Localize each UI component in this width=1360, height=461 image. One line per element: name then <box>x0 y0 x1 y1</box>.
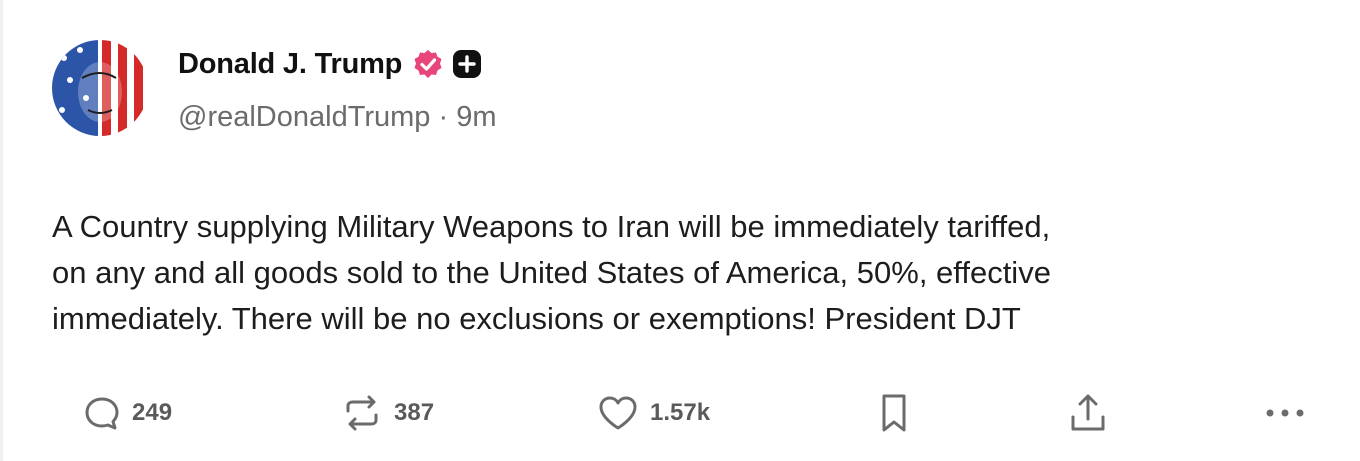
verified-badge-icon <box>414 50 442 78</box>
author-display-name[interactable]: Donald J. Trump <box>178 48 402 81</box>
bookmark-icon <box>882 394 906 432</box>
repost-button[interactable]: 387 <box>340 388 434 438</box>
share-icon <box>1071 394 1105 431</box>
like-button[interactable]: 1.57k <box>596 388 710 438</box>
meta-separator: · <box>438 101 449 133</box>
author-meta: @realDonaldTrump · 9m <box>178 101 497 134</box>
reply-button[interactable]: 249 <box>82 388 172 438</box>
repost-icon <box>346 395 378 431</box>
avatar[interactable] <box>52 40 148 136</box>
author-row: Donald J. Trump <box>178 44 482 84</box>
author-handle[interactable]: @realDonaldTrump <box>178 101 430 133</box>
more-options-button[interactable] <box>1262 388 1308 438</box>
share-button[interactable] <box>1066 388 1110 438</box>
reply-icon <box>85 397 119 430</box>
reply-count: 249 <box>132 399 173 426</box>
post-timestamp[interactable]: 9m <box>456 101 496 133</box>
post-card: Donald J. Trump @realDonaldTrump · 9m A … <box>0 0 1360 461</box>
heart-icon <box>599 396 637 430</box>
post-action-bar: 249 387 1.57k <box>0 388 1360 438</box>
bookmark-button[interactable] <box>874 388 914 438</box>
repost-count: 387 <box>394 399 435 426</box>
plus-badge-icon <box>453 50 482 78</box>
post-body-text: A Country supplying Military Weapons to … <box>52 209 1051 336</box>
more-icon <box>1266 409 1304 417</box>
like-count: 1.57k <box>650 399 711 426</box>
